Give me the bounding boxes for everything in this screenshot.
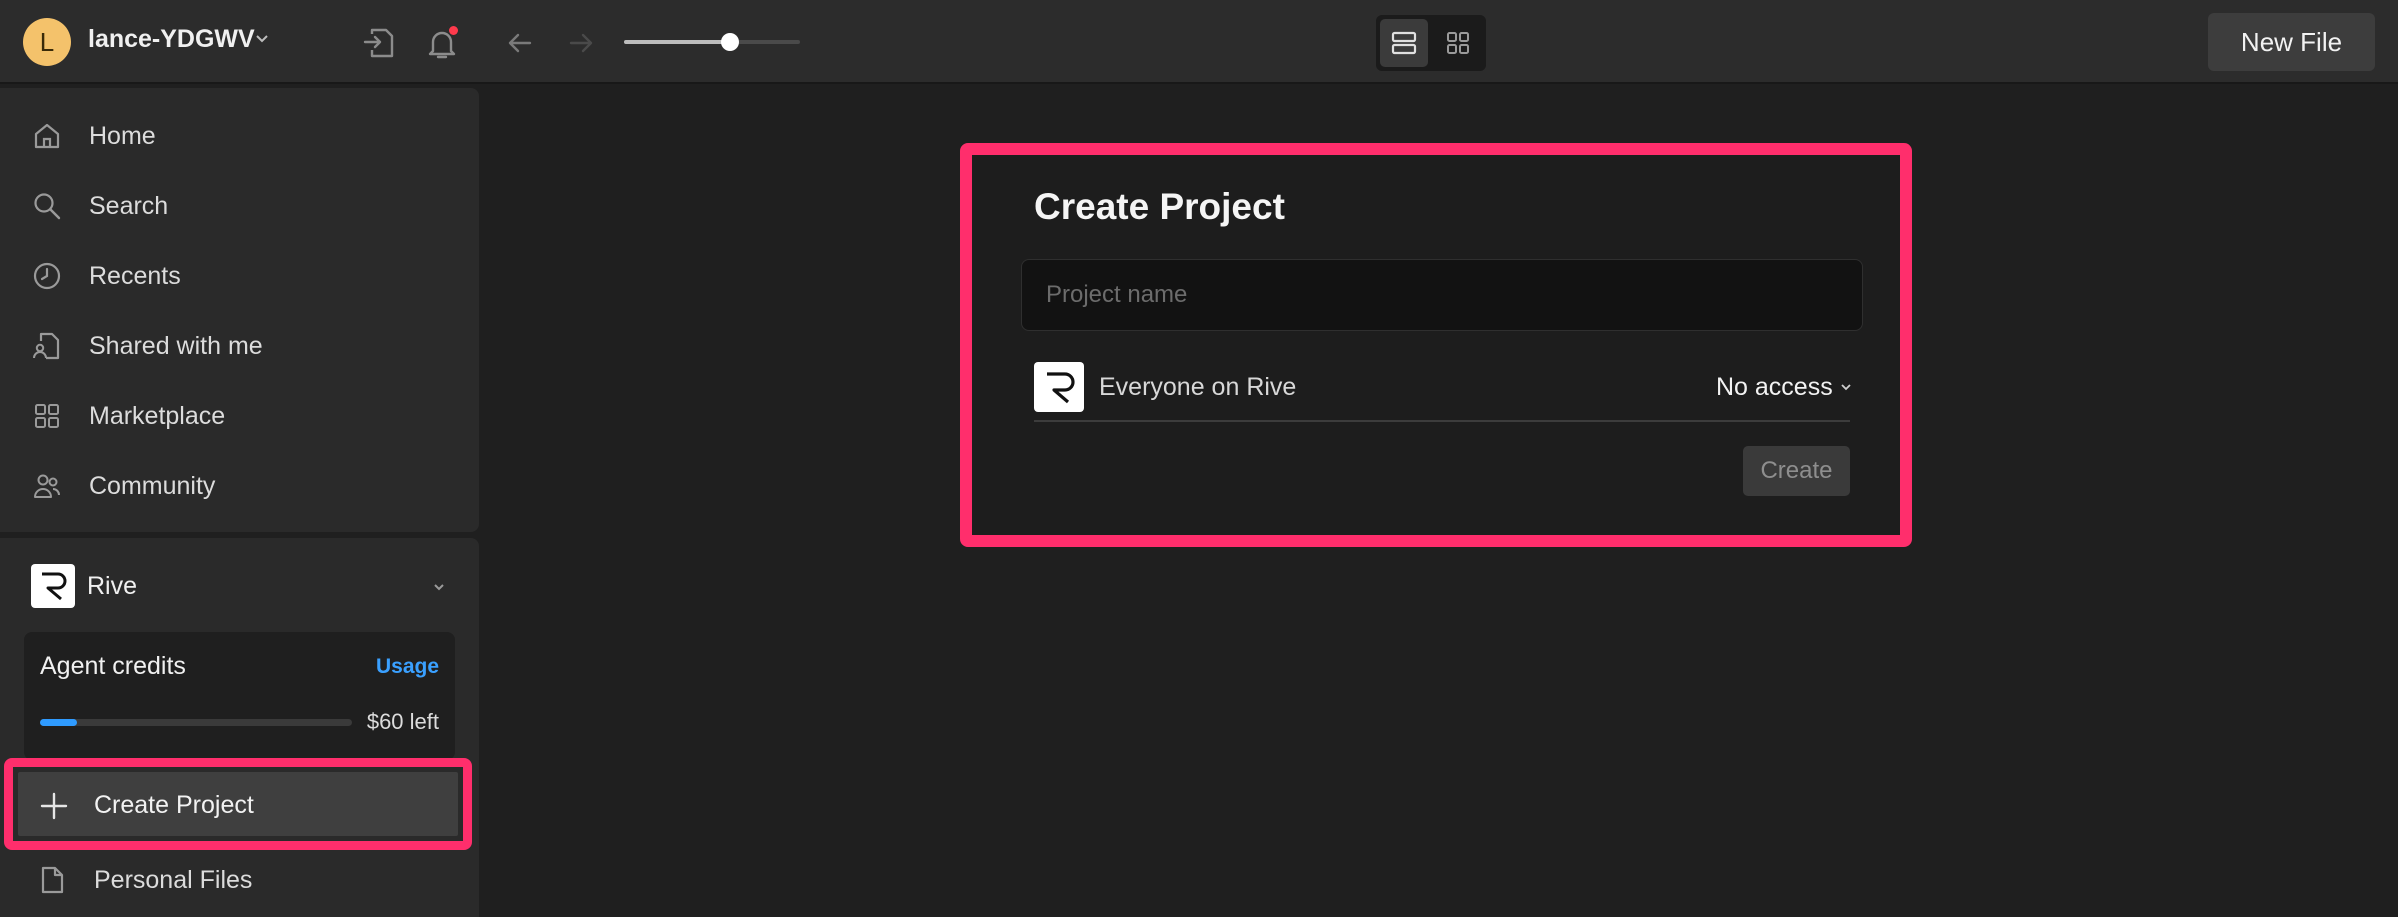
agent-credits-card: Agent credits Usage $60 left [24,632,455,760]
sidebar-item-label: Personal Files [94,866,253,894]
team-name[interactable]: Rive [87,572,137,601]
divider [1034,420,1850,422]
sidebar-item-community[interactable]: Community [0,455,479,517]
access-level-select[interactable]: No access [1716,373,1833,402]
people-icon [34,474,60,498]
grid-view-button[interactable] [1434,19,1482,67]
forward-arrow-icon[interactable] [567,29,595,57]
sidebar-item-label: Shared with me [89,332,263,360]
sidebar-item-label: Create Project [94,791,254,819]
sidebar-item-label: Recents [89,262,181,290]
zoom-slider-fill [624,40,730,44]
credits-title: Agent credits [40,652,186,680]
back-arrow-icon[interactable] [506,29,534,57]
chevron-down-icon[interactable] [255,34,269,44]
credits-remaining: $60 left [366,709,439,734]
rive-logo-icon [31,564,75,608]
create-button[interactable]: Create [1743,446,1850,496]
chevron-down-icon[interactable] [1840,383,1852,392]
zoom-slider-thumb[interactable] [720,33,739,51]
grid-icon [35,404,59,428]
credits-progress-fill [40,719,78,726]
create-project-background: Create Project [18,772,458,836]
sidebar-navigation: Home Search Recents Shared with me Marke… [0,88,479,532]
plus-icon [40,792,68,820]
top-bar: L lance-YDGWV New File [0,0,2398,84]
grid-view-icon [1447,32,1469,54]
new-file-button[interactable]: New File [2208,13,2375,71]
clock-icon [33,262,61,290]
file-icon [41,866,64,894]
sidebar-item-recents[interactable]: Recents [0,245,479,307]
sidebar-item-create-project[interactable]: Create Project [4,758,472,850]
sidebar-item-label: Search [89,192,169,220]
sidebar-item-shared[interactable]: Shared with me [0,315,479,377]
view-mode-toggle [1376,15,1486,71]
zoom-slider[interactable] [624,33,800,51]
sidebar-item-label: Community [89,472,216,500]
sidebar-item-home[interactable]: Home [0,105,479,167]
sidebar-item-label: Marketplace [89,402,226,430]
notification-dot [449,26,458,35]
sidebar-item-personal-files[interactable]: Personal Files [0,856,479,906]
rive-logo-icon [1034,362,1084,412]
shared-file-icon [33,332,60,360]
sidebar-item-label: Home [89,122,156,150]
account-name[interactable]: lance-YDGWV [88,25,255,54]
project-name-input[interactable] [1021,259,1863,331]
list-view-button[interactable] [1380,19,1428,67]
import-file-icon[interactable] [362,26,396,60]
user-avatar[interactable]: L [23,18,71,66]
credits-progress-bar [40,719,352,726]
sidebar-item-marketplace[interactable]: Marketplace [0,385,479,447]
list-view-icon [1391,31,1417,55]
sidebar-item-search[interactable]: Search [0,175,479,237]
chevron-down-icon[interactable] [432,582,446,592]
dialog-title: Create Project [1034,186,1285,227]
usage-link[interactable]: Usage [376,655,439,679]
access-group-label: Everyone on Rive [1099,373,1297,401]
home-icon [34,123,60,149]
search-icon [34,193,61,220]
